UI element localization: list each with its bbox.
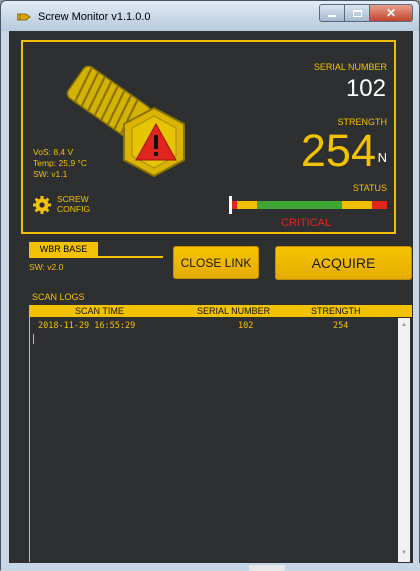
log-table-header: SCAN TIME SERIAL NUMBER STRENGTH [29, 305, 412, 317]
window-controls: ✕ [319, 4, 413, 22]
resize-grip[interactable] [249, 565, 285, 571]
wbr-base-divider [29, 256, 163, 258]
log-cell-strength: 254 [333, 321, 349, 331]
close-icon: ✕ [385, 6, 397, 20]
column-header-strength[interactable]: STRENGTH [311, 306, 361, 316]
gear-icon[interactable] [33, 196, 51, 214]
log-row[interactable]: 2018-11-29 16:55:29 102 254 [38, 321, 398, 332]
scroll-up-icon[interactable]: ▲ [401, 322, 407, 328]
base-sw-version: SW: v2.0 [29, 262, 64, 272]
temperature-readout: Temp: 25,9 °C [33, 158, 87, 168]
scroll-down-icon[interactable]: ▼ [401, 550, 407, 556]
strength-value: 254 [300, 125, 376, 176]
gauge-segment-low-warning [237, 201, 257, 209]
window-title: Screw Monitor v1.1.0.0 [38, 11, 151, 23]
serial-number-label: SERIAL NUMBER [313, 62, 387, 72]
status-label: STATUS [352, 183, 387, 193]
column-header-serial-number[interactable]: SERIAL NUMBER [197, 306, 270, 316]
log-scrollbar[interactable] [398, 318, 410, 562]
device-sw-version: SW: v1.1 [33, 169, 68, 179]
log-list[interactable]: 2018-11-29 16:55:29 102 254 [29, 317, 412, 562]
gauge-segment-high-warning [342, 201, 372, 209]
log-cell-scan-time: 2018-11-29 16:55:29 [38, 321, 136, 331]
device-readings: VoS: 8,4 V Temp: 25,9 °C SW: v1.1 [33, 147, 87, 180]
column-header-scan-time[interactable]: SCAN TIME [75, 306, 124, 316]
status-gauge [230, 201, 387, 209]
acquire-button[interactable]: ACQUIRE [275, 246, 412, 280]
app-icon [17, 13, 31, 21]
title-bar[interactable]: Screw Monitor v1.1.0.0 ✕ [1, 1, 419, 31]
strength-unit: N [377, 150, 387, 165]
maximize-icon [352, 9, 362, 17]
minimize-icon [328, 15, 336, 17]
screw-config-label-line1: SCREW [57, 194, 89, 204]
voltage-readout: VoS: 8,4 V [33, 147, 74, 157]
status-value: CRITICAL [281, 217, 332, 229]
serial-number-value: 102 [345, 75, 386, 102]
minimize-button[interactable] [319, 4, 345, 22]
gauge-marker [229, 196, 232, 214]
gauge-segment-high-critical [372, 201, 387, 209]
gauge-segment-ok [257, 201, 342, 209]
text-caret [33, 334, 34, 344]
close-link-button[interactable]: CLOSE LINK [173, 246, 259, 279]
scan-logs-title: SCAN LOGS [32, 292, 85, 302]
wbr-base-label: WBR BASE [29, 242, 98, 256]
close-button[interactable]: ✕ [370, 4, 413, 22]
screw-config-label-line2: CONFIG [57, 204, 91, 214]
maximize-button[interactable] [345, 4, 370, 22]
screw-config-button[interactable]: SCREW CONFIG [57, 194, 97, 214]
log-cell-serial: 102 [238, 321, 254, 331]
